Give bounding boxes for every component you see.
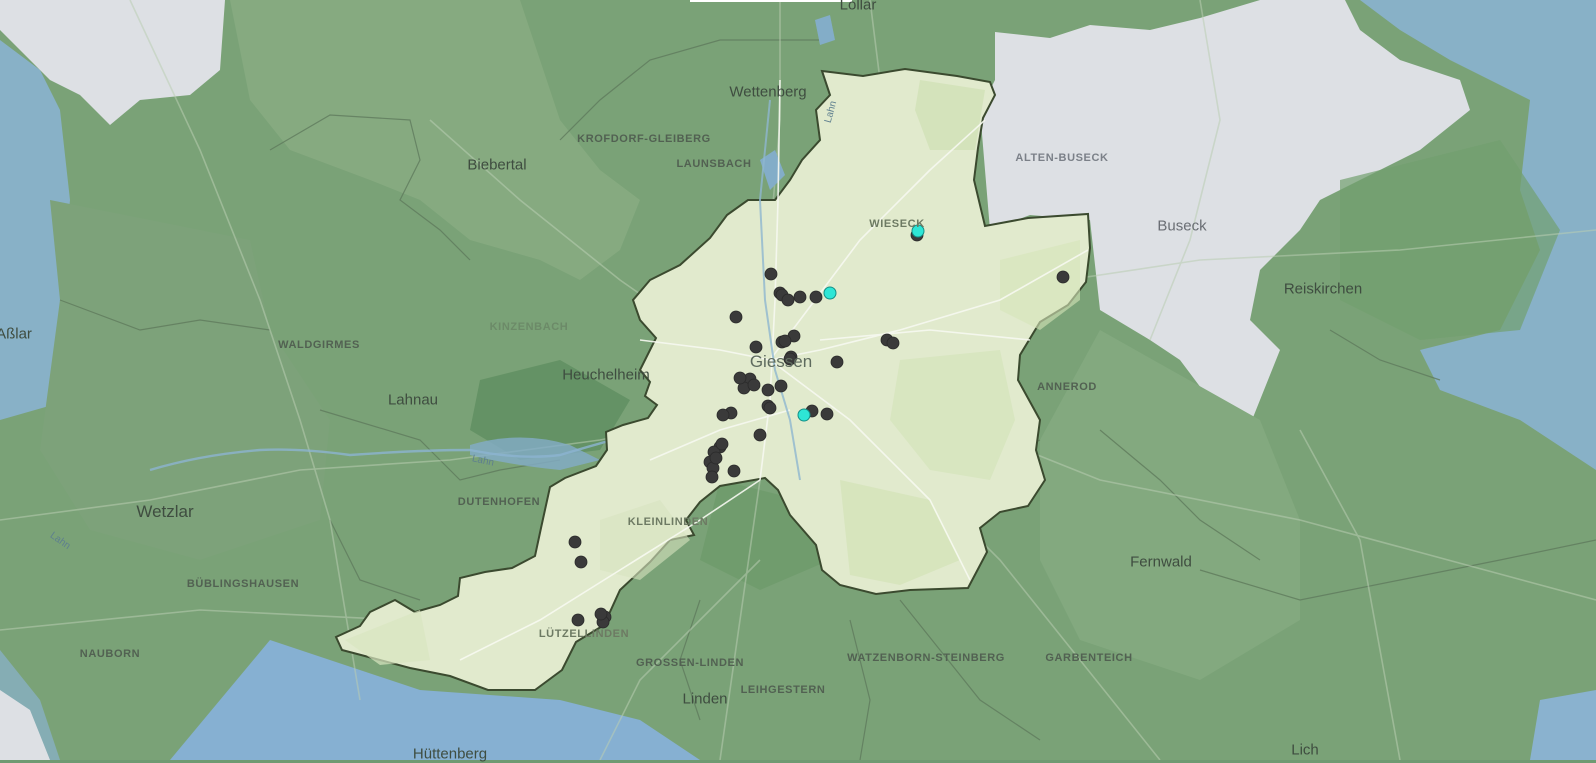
highlighted-location-marker[interactable]	[797, 408, 811, 422]
location-marker[interactable]	[783, 352, 797, 366]
highlighted-location-marker[interactable]	[823, 286, 837, 300]
location-marker[interactable]	[753, 428, 767, 442]
location-marker[interactable]	[763, 401, 777, 415]
location-marker[interactable]	[733, 371, 747, 385]
location-marker[interactable]	[574, 555, 588, 569]
location-marker[interactable]	[764, 267, 778, 281]
location-marker[interactable]	[1056, 270, 1070, 284]
location-marker[interactable]	[886, 336, 900, 350]
location-marker[interactable]	[729, 310, 743, 324]
location-marker[interactable]	[705, 470, 719, 484]
location-marker[interactable]	[809, 290, 823, 304]
top-control-bar[interactable]	[690, 0, 852, 2]
highlighted-location-marker[interactable]	[911, 224, 925, 238]
location-marker[interactable]	[594, 607, 608, 621]
location-marker[interactable]	[749, 340, 763, 354]
location-marker[interactable]	[774, 379, 788, 393]
location-marker[interactable]	[709, 451, 723, 465]
location-marker[interactable]	[761, 383, 775, 397]
location-marker[interactable]	[778, 334, 792, 348]
map-canvas[interactable]	[0, 0, 1596, 760]
location-marker[interactable]	[793, 290, 807, 304]
location-marker[interactable]	[716, 408, 730, 422]
location-marker[interactable]	[747, 378, 761, 392]
location-marker[interactable]	[830, 355, 844, 369]
location-marker[interactable]	[571, 613, 585, 627]
location-marker[interactable]	[781, 293, 795, 307]
location-marker[interactable]	[727, 464, 741, 478]
location-marker[interactable]	[820, 407, 834, 421]
location-marker[interactable]	[568, 535, 582, 549]
location-marker[interactable]	[715, 437, 729, 451]
